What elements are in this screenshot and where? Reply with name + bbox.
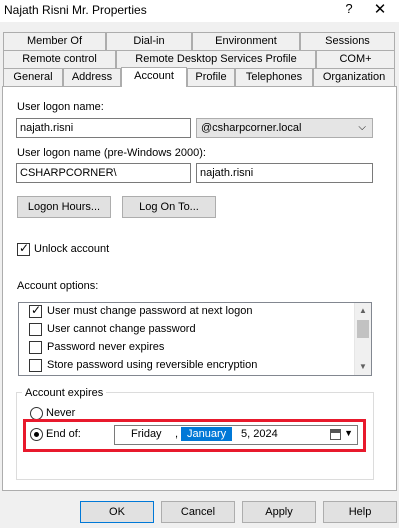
scroll-thumb[interactable]: [357, 320, 369, 338]
tab-member-of[interactable]: Member Of: [3, 32, 106, 50]
help-button[interactable]: Help: [323, 501, 397, 523]
title-bar: Najath Risni Mr. Properties ? ✕: [0, 0, 399, 22]
logon-name-input[interactable]: najath.risni: [16, 118, 191, 138]
close-icon[interactable]: ✕: [370, 0, 390, 18]
account-expires-label: Account expires: [22, 387, 107, 399]
tab-dial-in[interactable]: Dial-in: [106, 32, 192, 50]
options-scrollbar[interactable]: ▲ ▼: [354, 303, 371, 375]
ok-button[interactable]: OK: [80, 501, 154, 523]
list-item[interactable]: User cannot change password: [19, 321, 355, 339]
cancel-button[interactable]: Cancel: [161, 501, 235, 523]
option-label: User cannot change password: [47, 323, 196, 335]
chevron-down-icon: ⌵: [358, 122, 366, 133]
list-item[interactable]: Store password using reversible encrypti…: [19, 357, 355, 375]
date-month[interactable]: January: [181, 427, 233, 441]
apply-button[interactable]: Apply: [242, 501, 316, 523]
window-title: Najath Risni Mr. Properties: [4, 3, 147, 17]
date-day-year[interactable]: 5, 2024: [241, 428, 278, 440]
scroll-up-icon[interactable]: ▲: [355, 303, 371, 319]
unlock-account-label: Unlock account: [34, 243, 110, 255]
tab-com-plus[interactable]: COM+: [316, 50, 395, 68]
logon-name-label: User logon name:: [17, 101, 104, 113]
tab-remote-control[interactable]: Remote control: [3, 50, 116, 68]
domain-value: @csharpcorner.local: [201, 122, 302, 134]
option-label: User must change password at next logon: [47, 305, 253, 317]
radio-dot: [34, 432, 39, 437]
date-separator: ,: [175, 428, 179, 440]
logon-hours-button[interactable]: Logon Hours...: [17, 196, 111, 218]
pre2000-label: User logon name (pre-Windows 2000):: [17, 147, 206, 159]
tab-rds-profile[interactable]: Remote Desktop Services Profile: [116, 50, 316, 68]
option-label: Store password using reversible encrypti…: [47, 359, 258, 371]
option-checkbox[interactable]: [29, 341, 42, 354]
tab-organization[interactable]: Organization: [313, 68, 395, 86]
tab-address[interactable]: Address: [63, 68, 121, 86]
end-of-label: End of:: [46, 428, 81, 440]
tab-environment[interactable]: Environment: [192, 32, 300, 50]
calendar-icon[interactable]: [330, 429, 341, 440]
date-weekday[interactable]: Friday: [131, 428, 162, 440]
unlock-account-checkbox[interactable]: ✓: [17, 241, 30, 256]
tab-telephones[interactable]: Telephones: [235, 68, 313, 86]
option-checkbox[interactable]: [29, 323, 42, 336]
option-checkbox[interactable]: [29, 359, 42, 372]
account-options-list[interactable]: ✓ User must change password at next logo…: [18, 302, 372, 376]
domain-select[interactable]: @csharpcorner.local ⌵: [196, 118, 373, 138]
chevron-down-icon[interactable]: ▼: [344, 428, 353, 438]
tab-account[interactable]: Account: [121, 67, 187, 87]
end-of-radio[interactable]: [30, 428, 43, 441]
list-item[interactable]: Password never expires: [19, 339, 355, 357]
check-icon: ✓: [19, 241, 30, 255]
scroll-down-icon[interactable]: ▼: [355, 359, 371, 375]
account-options-label: Account options:: [17, 280, 99, 292]
help-icon[interactable]: ?: [342, 1, 356, 16]
log-on-to-button[interactable]: Log On To...: [122, 196, 216, 218]
option-checkbox[interactable]: ✓: [29, 303, 42, 318]
tab-profile[interactable]: Profile: [187, 68, 235, 86]
tab-general[interactable]: General: [3, 68, 63, 86]
option-label: Password never expires: [47, 341, 165, 353]
pre2000-user-input[interactable]: najath.risni: [196, 163, 373, 183]
expiry-date-picker[interactable]: Friday , January 5, 2024 ▼: [114, 425, 358, 445]
pre2000-domain-field: CSHARPCORNER\: [16, 163, 191, 183]
list-item[interactable]: ✓ User must change password at next logo…: [19, 303, 355, 321]
never-label: Never: [46, 407, 76, 419]
check-icon: ✓: [31, 303, 42, 317]
tab-sessions[interactable]: Sessions: [300, 32, 395, 50]
